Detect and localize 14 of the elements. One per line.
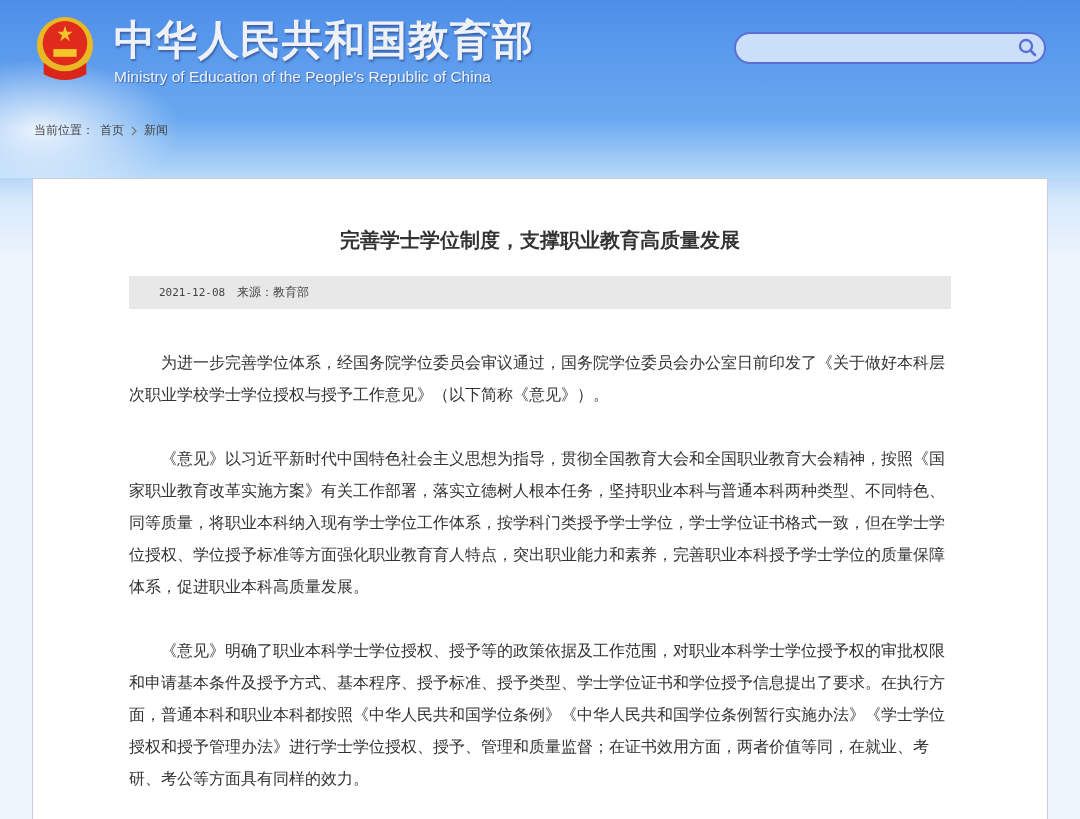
site-subtitle: Ministry of Education of the People's Republic of China <box>114 68 492 86</box>
breadcrumb-label: 当前位置： <box>34 122 94 139</box>
article-title: 完善学士学位制度，支撑职业教育高质量发展 <box>339 227 741 254</box>
chevron-icon <box>130 125 138 136</box>
article-date: 2021-12-08 <box>159 286 226 299</box>
article-paragraph: 为进一步完善学位体系，经国务院学位委员会审议通过，国务院学位委员会办公室日前印发了《关于做好本科层次职业学校学士学位授权与授予工作意见》（以下简称《意见》）。 <box>129 352 946 406</box>
breadcrumb-link[interactable]: 新闻 <box>144 122 168 139</box>
search-field[interactable] <box>734 32 1046 64</box>
site-title: 中华人民共和国教育部 <box>114 15 534 66</box>
article-paragraph: 《意见》明确了职业本科学士学位授权、授予等的政策依据及工作范围，对职业本科学士学位授予权的审批权限和申请基本条件及授予方式、基本程序、授予标准、授予类型、学士学位证书和学位授予信息提出了要求。在执行方面，普通本科和职业本科都按照《中华人民共和国学位条例》《中华人民共和国学位条例暂行实施办法》《学士学位授权和授予管理办法》进行学士学位授权、授予、管理和质量监督；在证书效用方面，两者价值等同，在就业、考研、考公等方面具有同样的效力。 <box>129 640 946 790</box>
article-paragraph: 《意见》以习近平新时代中国特色社会主义思想为指导，贯彻全国教育大会和全国职业教育大会精神，按照《国家职业教育改革实施方案》有关工作部署，落实立德树人根本任务，坚持职业本科与普通本科两种类型、不同特色、同等质量，将职业本科纳入现有学士学位工作体系，按学科门类授予学士学位，学士学位证书格式一致，但在学士学位授权、学位授予标准等方面强化职业教育育人特点，突出职业能力和素养，完善职业本科授予学士学位的质量保障体系，促进职业本科高质量发展。 <box>129 448 946 598</box>
search-icon[interactable] <box>1018 38 1038 58</box>
breadcrumb-link[interactable]: 首页 <box>100 122 124 139</box>
article-source: 来源：教育部 <box>237 284 310 301</box>
